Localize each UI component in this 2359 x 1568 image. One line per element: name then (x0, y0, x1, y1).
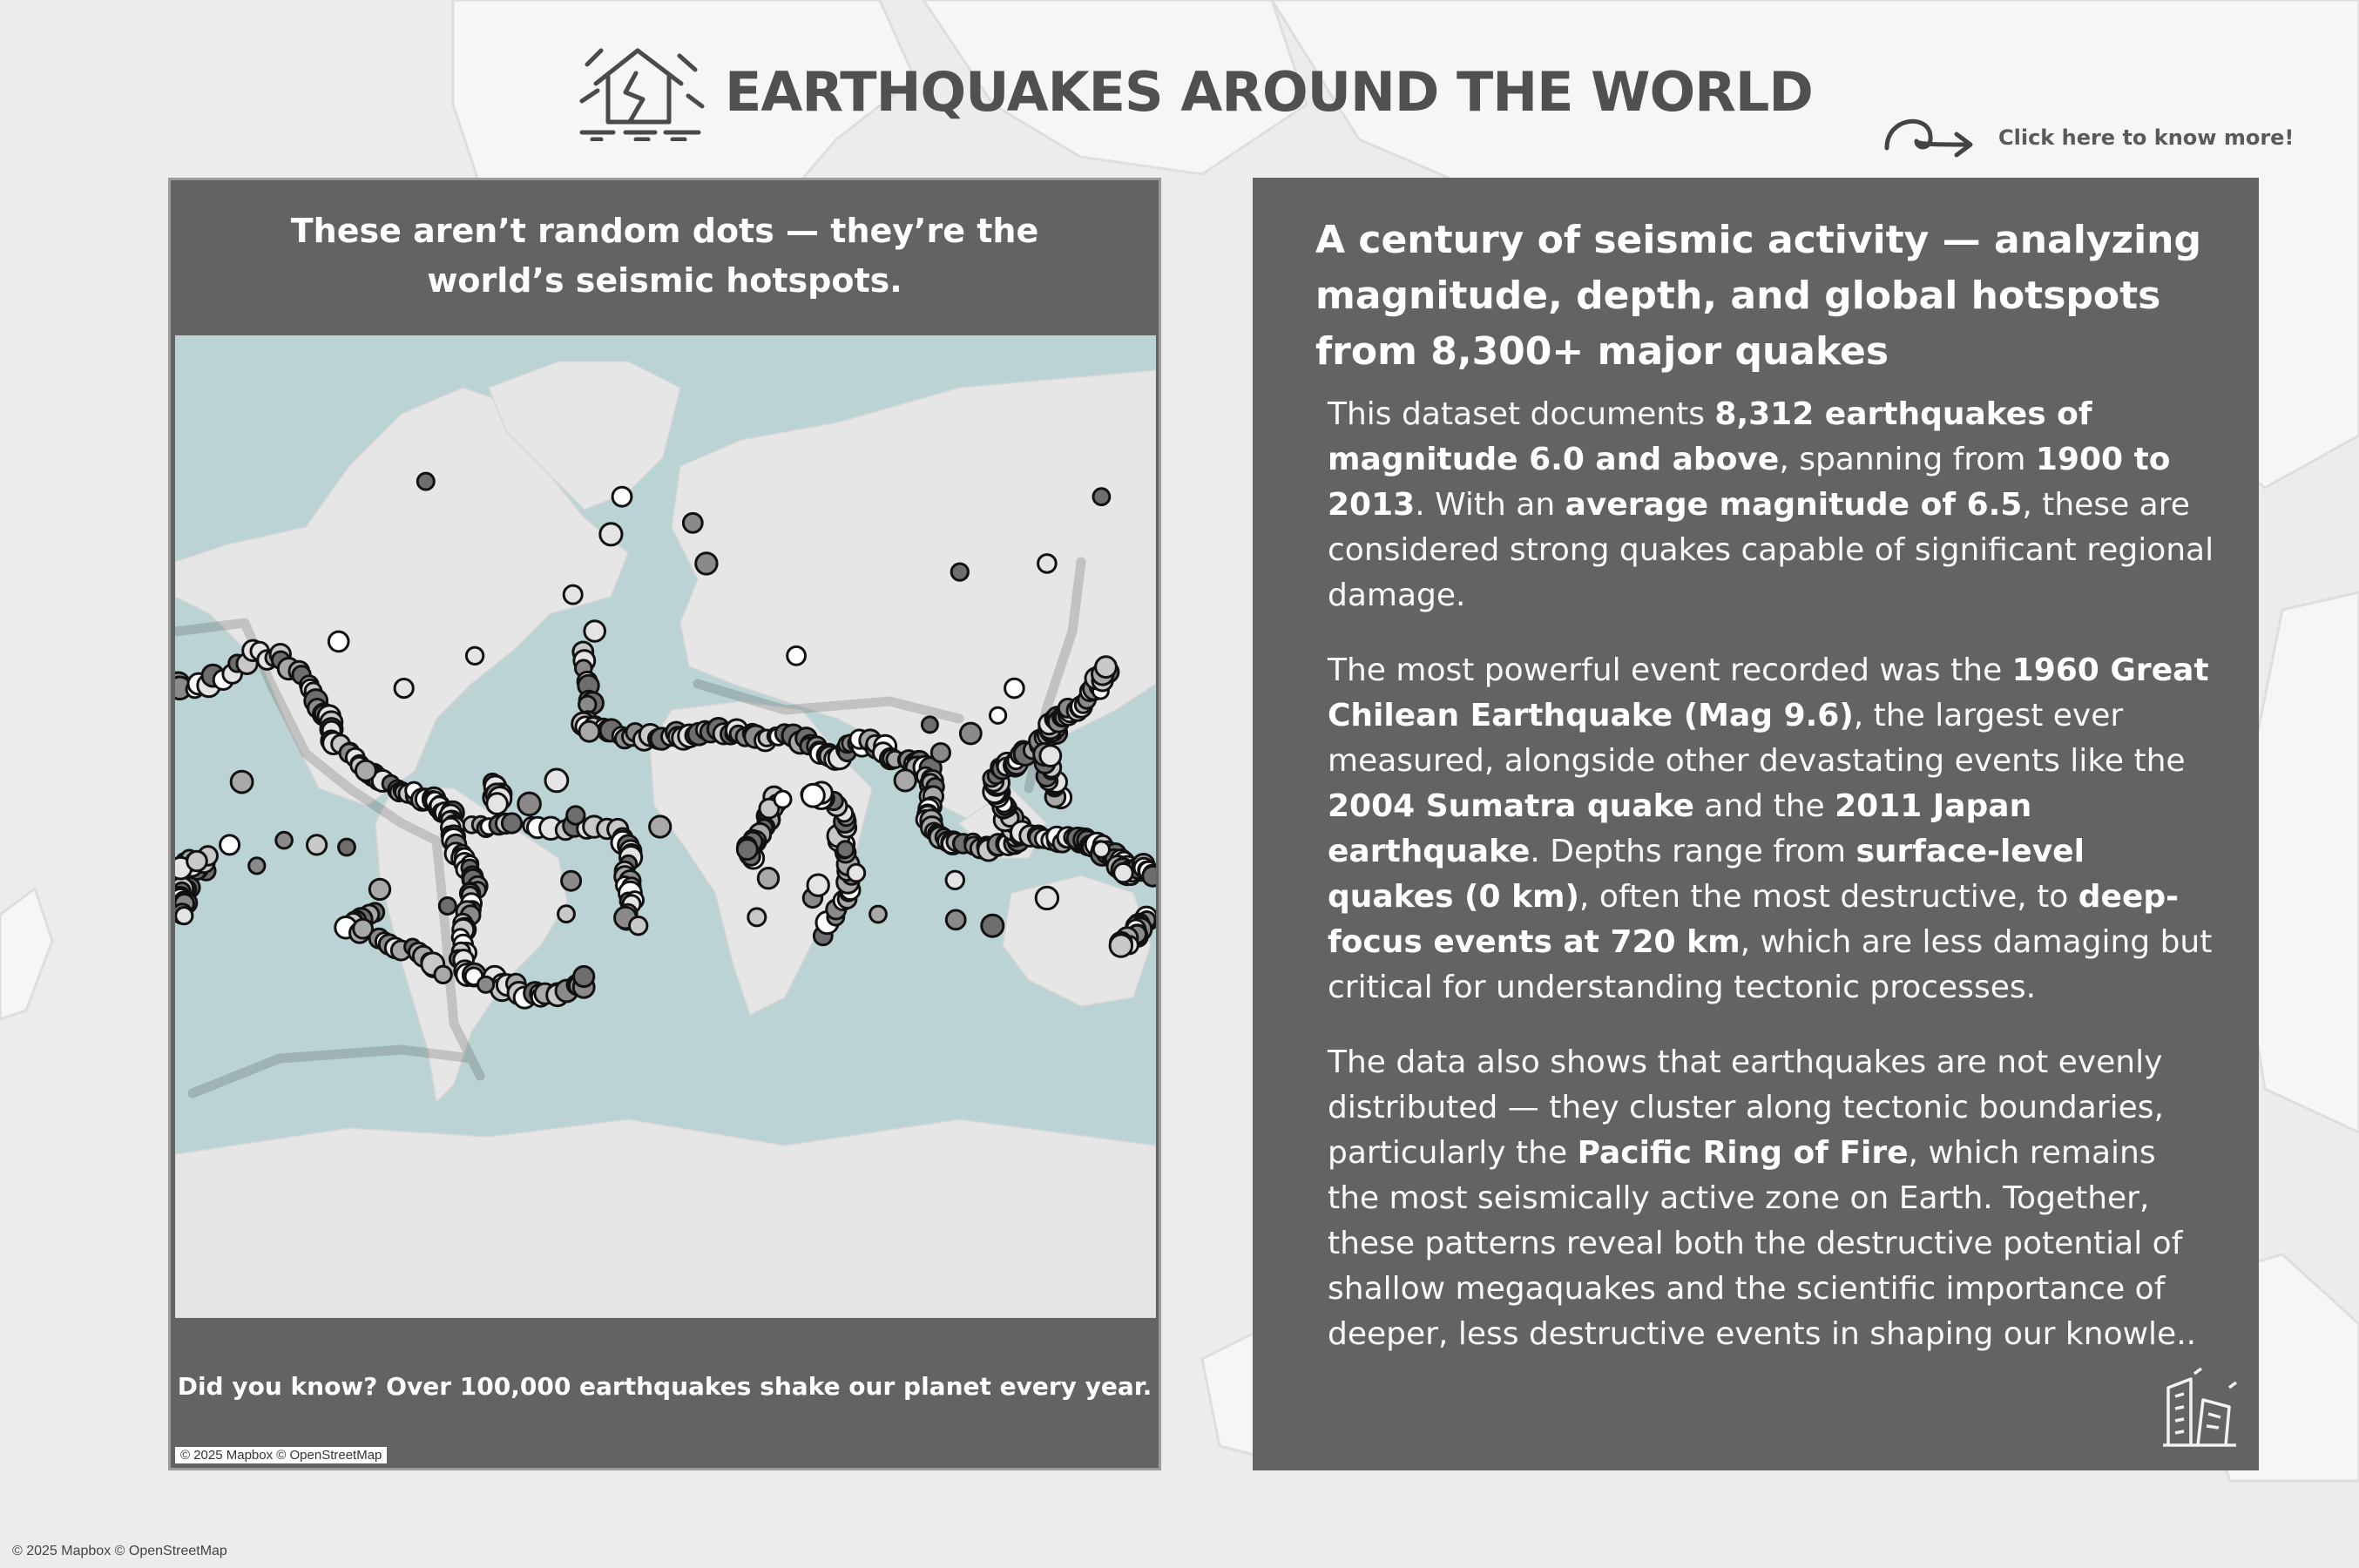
quake-marker[interactable] (565, 805, 586, 826)
quake-marker[interactable] (598, 522, 624, 547)
quake-marker[interactable] (944, 869, 965, 890)
earthquake-house-icon (575, 38, 706, 145)
quake-marker[interactable] (929, 742, 952, 764)
quake-marker[interactable] (557, 904, 576, 924)
map-panel-heading: These aren’t random dots — they’re the w… (171, 206, 1159, 306)
quake-marker[interactable] (306, 834, 328, 856)
quake-marker[interactable] (1037, 553, 1058, 574)
quake-marker[interactable] (1108, 933, 1134, 958)
quake-marker[interactable] (747, 907, 767, 928)
quake-marker[interactable] (835, 840, 855, 859)
quake-marker[interactable] (186, 849, 208, 873)
quake-marker[interactable] (437, 896, 457, 916)
description-panel: A century of seismic activity — analyzin… (1253, 178, 2259, 1470)
quake-marker[interactable] (920, 715, 939, 734)
page-header: EARTHQUAKES AROUND THE WORLD (575, 35, 1814, 148)
quake-marker[interactable] (893, 768, 917, 793)
quake-marker[interactable] (578, 720, 601, 743)
quake-marker[interactable] (1092, 840, 1112, 859)
quake-marker[interactable] (735, 838, 759, 862)
quake-marker[interactable] (393, 678, 415, 700)
quake-marker[interactable] (477, 975, 496, 994)
quake-marker[interactable] (544, 767, 570, 794)
quake-marker[interactable] (773, 789, 793, 809)
quake-marker[interactable] (560, 869, 583, 892)
quake-marker[interactable] (572, 964, 596, 989)
map-panel-heading-line1: These aren’t random dots — they’re the (290, 212, 1039, 250)
quake-marker[interactable] (1034, 885, 1060, 911)
earthquake-map[interactable] (175, 335, 1156, 1318)
quake-marker[interactable] (681, 511, 704, 534)
quake-marker[interactable] (583, 619, 607, 643)
quake-marker[interactable] (869, 904, 888, 924)
quake-marker[interactable] (980, 913, 1005, 938)
description-heading: A century of seismic activity — analyzin… (1315, 218, 2201, 374)
quake-marker[interactable] (485, 792, 509, 815)
description-paragraph-1: This dataset documents 8,312 earthquakes… (1328, 396, 2214, 613)
quake-marker[interactable] (628, 916, 649, 936)
quake-marker[interactable] (806, 873, 830, 897)
fun-fact: Did you know? Over 100,000 earthquakes s… (177, 1372, 1152, 1401)
quake-marker[interactable] (1094, 655, 1118, 679)
know-more-label: Click here to know more! (1998, 125, 2295, 150)
quake-marker[interactable] (1038, 744, 1063, 768)
quake-marker[interactable] (989, 706, 1008, 725)
quake-marker[interactable] (219, 834, 241, 856)
quake-marker[interactable] (694, 551, 719, 576)
map-attribution[interactable]: © 2025 Mapbox © OpenStreetMap (175, 1447, 388, 1463)
quake-marker[interactable] (337, 837, 356, 857)
quake-marker[interactable] (500, 812, 524, 835)
quake-marker[interactable] (950, 562, 970, 582)
quake-marker[interactable] (1141, 864, 1156, 888)
quake-marker[interactable] (611, 485, 633, 508)
description-paragraph-3: The data also shows that earthquakes are… (1328, 1044, 2197, 1352)
quake-marker[interactable] (368, 877, 392, 902)
quake-marker[interactable] (274, 830, 294, 850)
know-more-link[interactable]: Click here to know more! (1882, 112, 2294, 164)
page-attribution[interactable]: © 2025 Mapbox © OpenStreetMap (12, 1544, 227, 1559)
quake-marker[interactable] (944, 909, 967, 931)
quake-marker[interactable] (562, 584, 584, 605)
quake-marker[interactable] (958, 721, 983, 746)
page-title: EARTHQUAKES AROUND THE WORLD (725, 59, 1814, 124)
quake-marker[interactable] (229, 769, 254, 794)
quake-marker[interactable] (1004, 677, 1025, 700)
quake-marker[interactable] (416, 471, 436, 491)
quake-marker[interactable] (247, 856, 267, 875)
quake-marker[interactable] (648, 814, 673, 839)
quake-marker[interactable] (175, 906, 194, 926)
collapsed-building-icon (2156, 1365, 2243, 1456)
quake-marker[interactable] (756, 867, 781, 890)
description-paragraph-2: The most powerful event recorded was the… (1328, 652, 2213, 1005)
quake-marker[interactable] (786, 645, 807, 666)
curly-arrow-icon (1882, 110, 1977, 166)
quake-marker[interactable] (354, 759, 377, 782)
map-panel: These aren’t random dots — they’re the w… (168, 178, 1161, 1470)
quake-marker[interactable] (846, 862, 867, 883)
quake-marker[interactable] (1092, 487, 1112, 507)
quake-marker[interactable] (1112, 862, 1134, 884)
quake-marker[interactable] (801, 782, 826, 808)
land-antarctica (175, 1119, 1156, 1318)
description-body: This dataset documents 8,312 earthquakes… (1328, 392, 2216, 1387)
quake-marker[interactable] (464, 645, 485, 666)
quake-marker[interactable] (327, 630, 350, 653)
quake-marker[interactable] (433, 964, 453, 984)
map-panel-heading-line2: world’s seismic hotspots. (427, 261, 902, 300)
quake-marker[interactable] (517, 791, 542, 817)
